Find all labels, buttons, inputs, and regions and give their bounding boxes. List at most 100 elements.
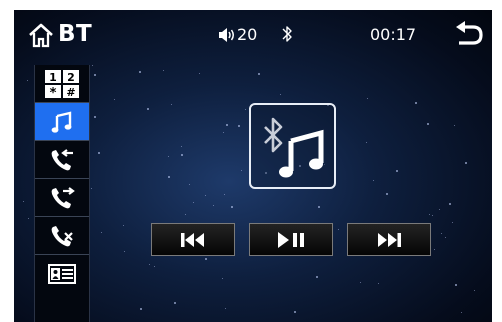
star-dot <box>241 170 242 171</box>
star-dot <box>185 214 186 215</box>
next-track-button[interactable] <box>347 223 431 256</box>
star-dot <box>432 215 433 216</box>
star-dot <box>123 225 124 226</box>
keypad-key: * <box>50 86 57 99</box>
star-dot <box>193 202 194 203</box>
star-dot <box>92 65 93 66</box>
star-dot <box>441 233 442 234</box>
star-dot <box>205 195 206 196</box>
sidebar-item-missed-calls[interactable] <box>35 217 89 255</box>
bluetooth-music-icon <box>264 117 324 178</box>
keypad-icon: 1 2 * # <box>45 69 79 99</box>
star-dot <box>445 237 446 238</box>
star-dot <box>373 180 374 181</box>
star-dot <box>140 308 142 310</box>
volume-level: 20 <box>237 25 258 44</box>
album-art <box>249 103 336 189</box>
sidebar-item-bt-music[interactable] <box>35 103 89 141</box>
sidebar-item-phonebook[interactable] <box>35 255 89 293</box>
star-dot <box>181 146 182 147</box>
star-dot <box>149 264 150 265</box>
star-dot <box>91 188 92 189</box>
star-dot <box>429 214 430 215</box>
star-dot <box>222 278 223 279</box>
clock: 00:17 <box>370 25 417 44</box>
contact-card-icon <box>48 264 76 284</box>
skip-next-icon <box>378 232 401 247</box>
star-dot <box>318 206 320 208</box>
star-dot <box>101 232 102 233</box>
star-dot <box>94 74 96 76</box>
star-dot <box>28 218 29 219</box>
star-dot <box>147 108 149 110</box>
star-dot <box>225 308 226 309</box>
sidebar-item-dialed-calls[interactable] <box>35 179 89 217</box>
header-bar: BT 20 00:17 <box>14 10 492 60</box>
star-dot <box>168 156 169 157</box>
home-icon[interactable] <box>28 22 54 48</box>
star-dot <box>163 70 164 71</box>
star-dot <box>154 266 155 267</box>
star-dot <box>454 125 455 126</box>
star-dot <box>23 201 24 202</box>
keypad-key: # <box>66 86 75 99</box>
star-dot <box>94 116 96 118</box>
star-dot <box>223 132 224 133</box>
star-dot <box>226 124 228 126</box>
speaker-icon <box>219 28 234 42</box>
star-dot <box>449 203 451 205</box>
outgoing-call-icon <box>51 186 75 208</box>
star-dot <box>378 283 379 284</box>
star-dot <box>455 284 457 286</box>
music-note-icon <box>51 110 72 133</box>
sidebar-item-keypad[interactable]: 1 2 * # <box>35 65 89 103</box>
star-dot <box>224 194 225 195</box>
bt-screen: BT 20 00:17 1 2 * # <box>14 10 492 322</box>
star-dot <box>98 152 100 154</box>
star-dot <box>168 176 170 178</box>
back-arrow-icon[interactable] <box>451 21 485 49</box>
star-dot <box>245 109 246 110</box>
play-pause-icon <box>278 231 304 248</box>
previous-track-button[interactable] <box>151 223 235 256</box>
star-dot <box>452 222 453 223</box>
star-dot <box>396 170 398 172</box>
star-dot <box>461 312 462 313</box>
star-dot <box>386 193 388 195</box>
star-dot <box>434 249 435 250</box>
star-dot <box>139 71 141 73</box>
star-dot <box>338 229 339 230</box>
star-dot <box>27 80 28 81</box>
sidebar: 1 2 * # <box>34 65 90 322</box>
star-dot <box>199 73 200 74</box>
star-dot <box>366 142 367 143</box>
star-dot <box>124 251 125 252</box>
star-dot <box>415 102 417 104</box>
star-dot <box>174 302 176 304</box>
sidebar-item-received-calls[interactable] <box>35 141 89 179</box>
incoming-call-icon <box>51 148 73 170</box>
star-dot <box>427 123 429 125</box>
star-dot <box>360 282 361 283</box>
star-dot <box>439 209 440 210</box>
bluetooth-icon <box>282 26 292 42</box>
missed-call-icon <box>51 225 73 246</box>
page-title: BT <box>58 21 93 47</box>
play-pause-button[interactable] <box>249 223 333 256</box>
star-dot <box>367 98 368 99</box>
skip-previous-icon <box>181 232 204 247</box>
star-dot <box>181 154 183 156</box>
star-dot <box>474 290 475 291</box>
star-dot <box>238 125 240 127</box>
star-dot <box>258 73 260 75</box>
star-dot <box>280 94 281 95</box>
star-dot <box>205 258 207 260</box>
star-dot <box>316 276 318 278</box>
star-dot <box>213 205 214 206</box>
star-dot <box>189 184 190 185</box>
star-dot <box>465 162 467 164</box>
star-dot <box>294 311 296 313</box>
keypad-key: 1 <box>49 71 57 84</box>
star-dot <box>231 206 233 208</box>
star-dot <box>171 104 172 105</box>
